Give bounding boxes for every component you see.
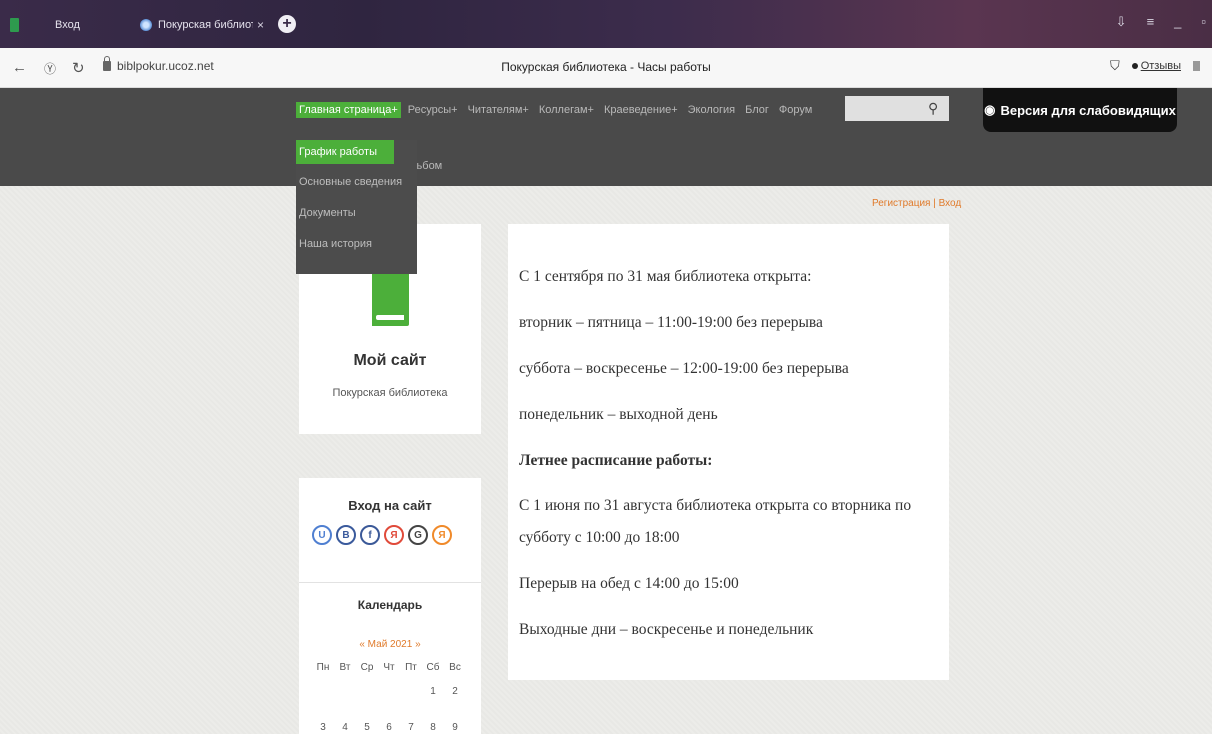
search-icon[interactable]: ⚲ xyxy=(928,100,938,117)
calendar-day xyxy=(400,686,422,697)
auth-links[interactable]: Регистрация | Вход xyxy=(872,198,961,209)
visually-impaired-label: Версия для слабовидящих xyxy=(1000,102,1176,118)
login-title: Вход на сайт xyxy=(348,498,432,513)
tab-login[interactable]: Вход xyxy=(10,14,120,36)
main-menu: Главная страница+ Ресурсы+ Читателям+ Ко… xyxy=(296,102,819,118)
protect-icon[interactable]: ⛉ xyxy=(1110,58,1120,74)
minimize-icon[interactable]: _ xyxy=(1174,14,1181,30)
calendar-title: Календарь xyxy=(357,598,423,612)
app-icon xyxy=(10,18,19,32)
menu-item-local-history[interactable]: Краеведение+ xyxy=(601,102,681,118)
calendar-day xyxy=(378,686,400,697)
social-login: U B f Я G Я xyxy=(312,525,452,545)
address-tools: ⛉ Отзывы xyxy=(1110,58,1200,74)
menu-item-forum[interactable]: Форум xyxy=(776,102,815,118)
restore-icon[interactable]: ▫ xyxy=(1201,14,1206,30)
calendar-day xyxy=(334,686,356,697)
calendar-day[interactable]: 2 xyxy=(444,686,466,697)
ucoz-login-icon[interactable]: U xyxy=(312,525,332,545)
calendar-weekdays: Пн Вт Ср Чт Пт Сб Вс xyxy=(312,662,466,673)
calendar-day[interactable]: 5 xyxy=(356,722,378,733)
calendar-day[interactable]: 3 xyxy=(312,722,334,733)
tab-library[interactable]: Покурская библиотека × xyxy=(140,14,266,36)
login-card: Вход на сайт U B f Я G Я Календарь « Май… xyxy=(299,478,481,734)
calendar-day[interactable]: 8 xyxy=(422,722,444,733)
schedule-line: суббота – воскресенье – 12:00-19:00 без … xyxy=(519,360,849,377)
calendar-day[interactable]: 4 xyxy=(334,722,356,733)
ok-login-icon[interactable]: Я xyxy=(432,525,452,545)
calendar-day xyxy=(312,686,334,697)
schedule-line: понедельник – выходной день xyxy=(519,406,718,423)
home-dropdown-menu: График работы Основные сведения Документ… xyxy=(296,140,417,274)
site-subtitle: Покурская библиотека xyxy=(332,387,448,399)
schedule-line: С 1 июня по 31 августа библиотека открыт… xyxy=(519,497,912,514)
eye-icon: ◉ xyxy=(984,102,996,117)
address-bar: ← Ⓨ ↻ biblpokur.ucoz.net Покурская библи… xyxy=(0,48,1212,88)
calendar-month-nav[interactable]: « Май 2021 » xyxy=(299,639,481,650)
dropdown-item-basic-info[interactable]: Основные сведения xyxy=(296,170,417,195)
calendar-day xyxy=(356,686,378,697)
weekday: Пт xyxy=(405,662,417,673)
book-icon xyxy=(372,272,409,326)
menu-item-ecology[interactable]: Экология xyxy=(685,102,739,118)
calendar-day[interactable]: 7 xyxy=(400,722,422,733)
weekday: Вс xyxy=(449,662,461,673)
dropdown-item-history[interactable]: Наша история xyxy=(296,232,417,257)
menu-icon[interactable]: ≡ xyxy=(1147,14,1155,30)
menu-item-colleagues[interactable]: Коллегам+ xyxy=(536,102,597,118)
calendar-day[interactable]: 1 xyxy=(422,686,444,697)
new-tab-button[interactable]: + xyxy=(278,15,296,33)
divider xyxy=(299,582,481,583)
calendar-day[interactable]: 6 xyxy=(378,722,400,733)
calendar-week: 3 4 5 6 7 8 9 xyxy=(312,722,466,733)
site-favicon-icon xyxy=(140,19,152,31)
tab-label: Покурская библиотека xyxy=(158,19,253,31)
weekday: Сб xyxy=(426,662,440,673)
weekday: Вт xyxy=(339,662,351,673)
dropdown-item-documents[interactable]: Документы xyxy=(296,201,417,226)
menu-item-resources[interactable]: Ресурсы+ xyxy=(405,102,461,118)
schedule-card: С 1 сентября по 31 мая библиотека открыт… xyxy=(508,224,949,680)
weekday: Ср xyxy=(360,662,374,673)
reviews-button[interactable]: Отзывы xyxy=(1132,60,1181,72)
dropdown-item-schedule[interactable]: График работы xyxy=(296,140,394,164)
tab-label: Вход xyxy=(55,19,80,31)
calendar-day[interactable]: 9 xyxy=(444,722,466,733)
window-controls: ⇩ ≡ _ ▫ xyxy=(1116,14,1206,30)
schedule-line: субботу с 10:00 до 18:00 xyxy=(519,529,680,546)
vk-login-icon[interactable]: B xyxy=(336,525,356,545)
schedule-line: Выходные дни – воскресенье и понедельник xyxy=(519,621,814,638)
menu-item-home[interactable]: Главная страница+ xyxy=(296,102,401,118)
yandex-login-icon[interactable]: Я xyxy=(384,525,404,545)
schedule-line: вторник – пятница – 11:00-19:00 без пере… xyxy=(519,314,823,331)
schedule-line: Перерыв на обед с 14:00 до 15:00 xyxy=(519,575,739,592)
site-name: Мой сайт xyxy=(353,352,427,369)
summer-schedule-heading: Летнее расписание работы: xyxy=(519,452,713,469)
downloads-icon[interactable]: ⇩ xyxy=(1116,14,1127,30)
calendar-week: 1 2 xyxy=(312,686,466,697)
bookmark-icon[interactable] xyxy=(1193,61,1200,71)
facebook-login-icon[interactable]: f xyxy=(360,525,380,545)
google-login-icon[interactable]: G xyxy=(408,525,428,545)
schedule-line: С 1 сентября по 31 мая библиотека открыт… xyxy=(519,268,812,285)
page-title: Покурская библиотека - Часы работы xyxy=(501,60,711,74)
weekday: Пн xyxy=(316,662,330,673)
menu-item-blog[interactable]: Блог xyxy=(742,102,772,118)
menu-item-readers[interactable]: Читателям+ xyxy=(465,102,532,118)
weekday: Чт xyxy=(383,662,395,673)
close-icon[interactable]: × xyxy=(257,18,264,32)
visually-impaired-button[interactable]: ◉ Версия для слабовидящих xyxy=(983,88,1177,132)
browser-tabbar: Вход Покурская библиотека × + ⇩ ≡ _ ▫ xyxy=(0,0,1212,48)
